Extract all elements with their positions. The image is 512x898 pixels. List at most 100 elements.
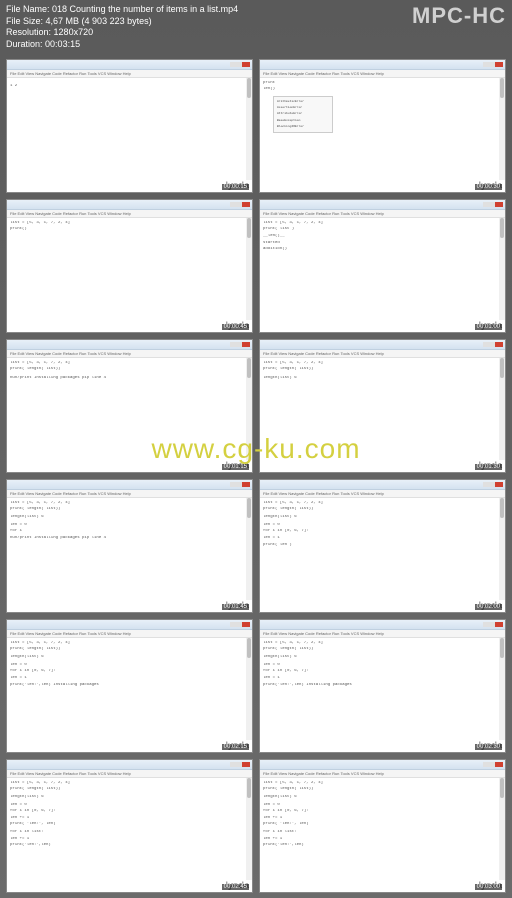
editor-toolbar: File Edit View Navigate Code Refactor Ru…: [260, 70, 505, 78]
scrollbar: [499, 358, 505, 460]
editor-toolbar: File Edit View Navigate Code Refactor Ru…: [7, 210, 252, 218]
code-line: len = 1: [263, 536, 502, 542]
timestamp-overlay: 00:01:15: [222, 464, 249, 470]
code-line: Run/print Installing packages pip line 4: [10, 536, 249, 542]
code-line: print( len ): [263, 543, 502, 549]
scrollbar: [246, 218, 252, 320]
editor-content: print len() ArithmeticErrorAssertionErro…: [260, 78, 505, 138]
scrollbar: [499, 218, 505, 320]
code-line: len = 0: [10, 803, 249, 809]
editor-content: list = [5, 3, 1, 7, 2, 4]print( length( …: [260, 778, 505, 853]
editor-toolbar: File Edit View Navigate Code Refactor Ru…: [260, 350, 505, 358]
window-titlebar: [260, 200, 505, 210]
timestamp-overlay: 00:00:30: [475, 184, 502, 190]
code-line: list = [5, 3, 1, 7, 2, 4]: [10, 221, 249, 227]
duration-label: Duration:: [6, 39, 43, 49]
window-titlebar: [7, 340, 252, 350]
editor-toolbar: File Edit View Navigate Code Refactor Ru…: [260, 490, 505, 498]
timestamp-overlay: 00:02:15: [222, 744, 249, 750]
thumbnail[interactable]: File Edit View Navigate Code Refactor Ru…: [259, 199, 506, 333]
code-line: for i in list:: [263, 830, 502, 836]
timestamp-overlay: 00:01:00: [475, 324, 502, 330]
thumbnail-grid: File Edit View Navigate Code Refactor Ru…: [0, 55, 512, 897]
code-line: list = [5, 3, 1, 7, 2, 4]: [263, 501, 502, 507]
code-line: print( 'len:', len): [263, 822, 502, 828]
thumbnail[interactable]: File Edit View Navigate Code Refactor Ru…: [6, 479, 253, 613]
thumbnail[interactable]: File Edit View Navigate Code Refactor Ru…: [259, 619, 506, 753]
window-titlebar: [7, 200, 252, 210]
thumbnail[interactable]: File Edit View Navigate Code Refactor Ru…: [259, 759, 506, 893]
code-line: len = 1: [263, 676, 502, 682]
thumbnail[interactable]: File Edit View Navigate Code Refactor Ru…: [259, 59, 506, 193]
code-line: length(list) 6: [263, 795, 502, 801]
code-line: list = [5, 3, 1, 7, 2, 4]: [10, 501, 249, 507]
code-line: print('len:',len): [10, 843, 249, 849]
scrollbar: [246, 78, 252, 180]
timestamp-overlay: 00:00:15: [222, 184, 249, 190]
editor-content: list = [5, 3, 1, 7, 2, 4]print( length( …: [7, 778, 252, 853]
scrollbar: [499, 638, 505, 740]
code-line: addition(): [263, 247, 502, 253]
code-line: len = 0: [263, 523, 502, 529]
code-line: print( length( list)): [10, 647, 249, 653]
code-line: length(list) 6: [263, 515, 502, 521]
code-line: print('len:',len) Installing packages: [10, 683, 249, 689]
code-line: len += 1: [10, 837, 249, 843]
window-titlebar: [7, 60, 252, 70]
duration-value: 00:03:15: [45, 39, 80, 49]
window-titlebar: [260, 340, 505, 350]
code-line: for i: [10, 529, 249, 535]
editor-content: list = [5, 3, 1, 7, 2, 4]print( length( …: [260, 638, 505, 693]
code-line: length(list) 6: [10, 795, 249, 801]
scrollbar: [499, 498, 505, 600]
timestamp-overlay: 00:01:30: [475, 464, 502, 470]
code-line: list = [5, 3, 1, 7, 2, 4]: [263, 641, 502, 647]
code-line: for i in [0, 6, 7]:: [10, 669, 249, 675]
code-line: for i in [0, 6, 7]:: [263, 669, 502, 675]
code-line: len += 1: [10, 816, 249, 822]
thumbnail[interactable]: File Edit View Navigate Code Refactor Ru…: [259, 479, 506, 613]
scrollbar: [246, 778, 252, 880]
code-line: list = [5, 3, 1, 7, 2, 4]: [10, 361, 249, 367]
code-line: list = [5, 3, 1, 7, 2, 4]: [10, 781, 249, 787]
thumbnail[interactable]: File Edit View Navigate Code Refactor Ru…: [6, 759, 253, 893]
editor-toolbar: File Edit View Navigate Code Refactor Ru…: [7, 70, 252, 78]
code-line: length(list) 6: [10, 515, 249, 521]
editor-toolbar: File Edit View Navigate Code Refactor Ru…: [260, 770, 505, 778]
code-line: len = 0: [10, 663, 249, 669]
thumbnail[interactable]: File Edit View Navigate Code Refactor Ru…: [6, 199, 253, 333]
code-line: print( length( list)): [10, 507, 249, 513]
code-line: length(list) 6: [263, 655, 502, 661]
editor-content: list = [5, 3, 1, 7, 2, 4]print( length( …: [260, 358, 505, 386]
editor-content: list = [5, 3, 1, 7, 2, 4]print(): [7, 218, 252, 237]
code-line: print('len:',len): [263, 843, 502, 849]
code-line: 1 2: [10, 84, 249, 90]
thumbnail[interactable]: File Edit View Navigate Code Refactor Ru…: [259, 339, 506, 473]
thumbnail[interactable]: File Edit View Navigate Code Refactor Ru…: [6, 619, 253, 753]
editor-toolbar: File Edit View Navigate Code Refactor Ru…: [260, 210, 505, 218]
editor-content: list = [5, 3, 1, 7, 2, 4]print( length( …: [260, 498, 505, 553]
thumbnail[interactable]: File Edit View Navigate Code Refactor Ru…: [6, 59, 253, 193]
window-titlebar: [7, 760, 252, 770]
scrollbar: [499, 78, 505, 180]
code-line: print( list ): [263, 227, 502, 233]
code-line: len(): [263, 87, 502, 93]
code-line: __len()__: [263, 234, 502, 240]
code-line: len = 0: [263, 663, 502, 669]
code-line: length(list) 6: [10, 655, 249, 661]
timestamp-overlay: 00:02:30: [475, 744, 502, 750]
filesize-label: File Size:: [6, 16, 43, 26]
editor-toolbar: File Edit View Navigate Code Refactor Ru…: [7, 630, 252, 638]
code-line: print(): [10, 227, 249, 233]
code-line: len += 1: [263, 816, 502, 822]
editor-toolbar: File Edit View Navigate Code Refactor Ru…: [7, 770, 252, 778]
thumbnail[interactable]: File Edit View Navigate Code Refactor Ru…: [6, 339, 253, 473]
scrollbar: [246, 358, 252, 460]
window-titlebar: [7, 620, 252, 630]
code-line: len = 0: [10, 523, 249, 529]
scrollbar: [499, 778, 505, 880]
filesize-value: 4,67 MB (4 903 223 bytes): [46, 16, 152, 26]
code-line: print( 'len:', len): [10, 822, 249, 828]
code-line: list = [5, 3, 1, 7, 2, 4]: [263, 781, 502, 787]
editor-toolbar: File Edit View Navigate Code Refactor Ru…: [260, 630, 505, 638]
